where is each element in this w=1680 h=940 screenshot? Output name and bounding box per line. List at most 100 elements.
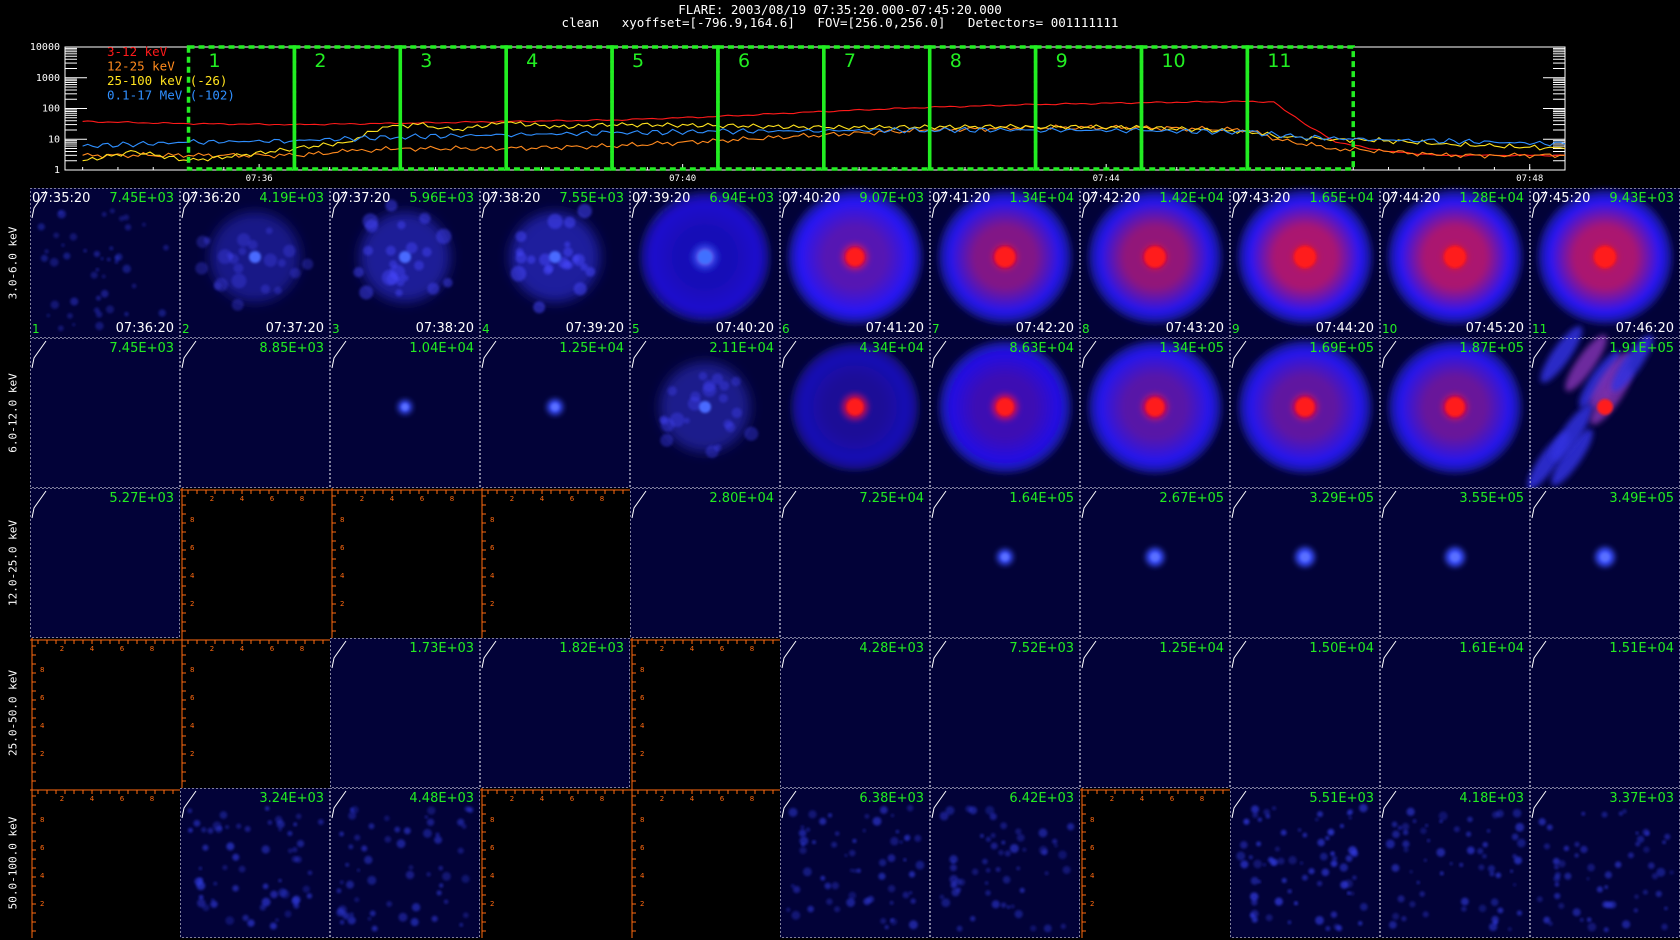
empty-tick-label: 6	[120, 795, 125, 803]
noise-speckle	[807, 905, 814, 913]
start-time: 07:40:20	[782, 191, 840, 206]
image-panel: 1.61E+04	[1380, 638, 1530, 788]
noise-speckle	[1262, 863, 1266, 867]
noise-speckle	[908, 920, 918, 930]
noise-speckle	[90, 271, 98, 279]
image-panel: 4.19E+03 07:36:20 07:37:20 2	[180, 188, 330, 338]
noise-speckle	[347, 916, 356, 925]
peak-value: 4.19E+03	[259, 191, 324, 206]
start-time: 07:45:20	[1532, 191, 1590, 206]
noise-speckle	[1507, 927, 1512, 932]
noise-speckle	[163, 244, 169, 251]
noise-speckle	[1000, 902, 1007, 908]
noise-speckle	[1041, 849, 1048, 856]
empty-tick-label: 4	[190, 722, 195, 730]
noise-speckle	[1330, 911, 1338, 918]
noise-speckle	[879, 806, 888, 814]
noise-speckle	[1251, 805, 1259, 814]
noise-speckle	[1516, 838, 1526, 848]
noise-speckle	[801, 842, 805, 847]
noise-speckle	[878, 872, 886, 880]
empty-tick-label: 4	[540, 495, 545, 503]
image-panel: 3.24E+03	[180, 788, 330, 938]
noise-speckle	[57, 325, 64, 332]
noise-speckle	[1321, 868, 1330, 877]
empty-tick-label: 4	[1090, 872, 1095, 880]
speckle	[414, 260, 424, 271]
peak-value: 1.69E+05	[1309, 341, 1374, 356]
noise-speckle	[40, 254, 48, 262]
peak-value: 3.29E+05	[1309, 491, 1374, 506]
noise-speckle	[849, 849, 856, 857]
noise-speckle	[49, 257, 59, 267]
noise-speckle	[791, 910, 801, 920]
noise-speckle	[949, 864, 957, 872]
speckle	[381, 269, 398, 286]
image-panel: 2 2 4 4 6 6 8 8	[480, 488, 630, 638]
empty-tick-label: 6	[270, 645, 275, 653]
noise-speckle	[426, 818, 435, 826]
noise-speckle	[275, 918, 279, 922]
noise-speckle	[1052, 838, 1058, 845]
image-grid: 7.45E+03 07:35:20 07:36:20 1 4.19E+03 07:36:2…	[30, 188, 1680, 938]
panel-bg	[1380, 638, 1530, 788]
empty-tick-label: 8	[640, 666, 644, 674]
noise-speckle	[225, 916, 235, 925]
end-time: 07:37:20	[266, 321, 324, 336]
image-panel: 7.45E+03	[30, 338, 180, 488]
noise-speckle	[902, 891, 910, 899]
noise-speckle	[1439, 819, 1443, 823]
noise-speckle	[463, 912, 469, 919]
noise-speckle	[295, 813, 302, 820]
noise-speckle	[910, 898, 916, 904]
noise-speckle	[1664, 833, 1671, 840]
noise-speckle	[236, 823, 242, 829]
noise-speckle	[802, 867, 812, 877]
noise-speckle	[1287, 920, 1292, 925]
noise-speckle	[212, 821, 222, 831]
image-panel: 2 2 4 4 6 6 8 8	[30, 638, 180, 788]
empty-tick-label: 8	[640, 816, 644, 824]
empty-tick-label: 6	[570, 495, 575, 503]
noise-speckle	[232, 853, 240, 861]
noise-speckle	[408, 865, 414, 870]
noise-speckle	[1563, 845, 1570, 852]
empty-tick-label: 2	[60, 795, 64, 803]
empty-tick-label: 6	[190, 694, 195, 702]
noise-speckle	[346, 880, 354, 889]
image-panel: 4.48E+03	[330, 788, 480, 938]
noise-speckle	[345, 862, 350, 867]
noise-speckle	[354, 897, 360, 903]
start-time: 07:36:20	[182, 191, 240, 206]
noise-speckle	[222, 865, 228, 871]
noise-speckle	[242, 914, 249, 922]
noise-speckle	[1439, 871, 1444, 876]
empty-tick-label: 4	[690, 795, 695, 803]
interval-number: 6	[782, 322, 790, 336]
peak-value: 1.64E+05	[1009, 491, 1074, 506]
noise-speckle	[356, 868, 361, 872]
image-panel: 1.25E+04	[480, 338, 630, 488]
peak-value: 3.37E+03	[1609, 791, 1674, 806]
image-panel: 3.29E+05	[1230, 488, 1380, 638]
noise-speckle	[1297, 828, 1302, 832]
noise-speckle	[1634, 894, 1639, 899]
noise-speckle	[371, 925, 378, 932]
noise-speckle	[1339, 863, 1348, 872]
empty-tick-label: 8	[1200, 795, 1204, 803]
image-panel: 1.87E+05	[1380, 338, 1530, 488]
image-panel: 2 2 4 4 6 6 8 8	[180, 638, 330, 788]
empty-tick-label: 6	[570, 795, 575, 803]
noise-speckle	[118, 215, 125, 222]
interval-number: 8	[1082, 322, 1090, 336]
noise-speckle	[939, 811, 949, 821]
noise-speckle	[141, 222, 146, 227]
noise-speckle	[201, 827, 207, 833]
speckle	[443, 278, 453, 288]
noise-speckle	[864, 813, 870, 819]
noise-speckle	[238, 865, 246, 873]
noise-speckle	[820, 875, 826, 881]
noise-speckle	[225, 825, 230, 829]
empty-tick-label: 6	[1170, 795, 1175, 803]
noise-speckle	[1277, 857, 1285, 865]
